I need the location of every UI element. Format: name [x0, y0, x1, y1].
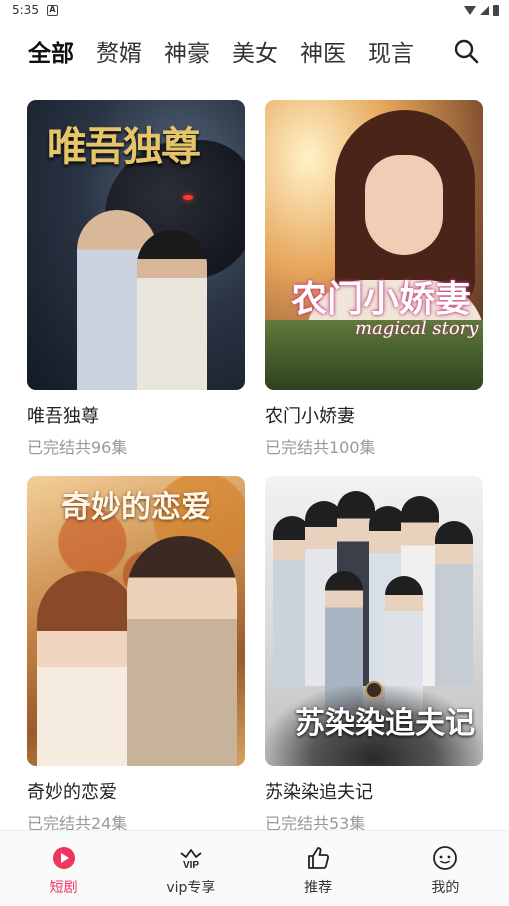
signal-icon: [480, 5, 489, 15]
seal-emblem: [365, 681, 383, 699]
status-bar: 5:35 A: [0, 0, 509, 20]
nav-mine[interactable]: 我的: [382, 831, 509, 906]
poster-title: 苏染染追夫记: [295, 706, 475, 741]
dragon-eye: [183, 195, 193, 200]
drama-title[interactable]: 农门小娇妻: [265, 402, 483, 428]
thumbs-up-icon: [308, 847, 330, 869]
face-shape: [365, 155, 443, 255]
tab-all[interactable]: 全部: [28, 34, 74, 68]
drama-card[interactable]: 唯吾独尊 唯吾独尊 已完结共96集: [27, 100, 245, 458]
status-time: 5:35: [12, 3, 39, 17]
search-icon[interactable]: [453, 38, 479, 64]
drama-poster[interactable]: 唯吾独尊: [27, 100, 245, 390]
sim-icon: A: [46, 4, 58, 16]
nav-label: vip专享: [166, 880, 216, 896]
poster-title: 奇妙的恋爱: [61, 490, 211, 525]
drama-title[interactable]: 苏染染追夫记: [265, 778, 483, 804]
drama-episode-status: 已完结共96集: [27, 438, 128, 457]
drama-poster[interactable]: 奇妙的恋爱: [27, 476, 245, 766]
tab-modern-romance[interactable]: 现言: [368, 34, 414, 68]
bottom-nav: 短剧 VIP vip专享 推荐 我的: [0, 830, 509, 906]
drama-card[interactable]: 苏染染追夫记 苏染染追夫记 已完结共53集: [265, 476, 483, 834]
vip-crown-icon: VIP: [180, 849, 202, 871]
drama-title[interactable]: 唯吾独尊: [27, 402, 245, 428]
drama-episode-status: 已完结共100集: [265, 438, 376, 457]
drama-title[interactable]: 奇妙的恋爱: [27, 778, 245, 804]
tab-tycoon[interactable]: 神豪: [164, 34, 210, 68]
male-figure: [127, 536, 237, 766]
female-figure: [37, 571, 137, 766]
drama-poster[interactable]: 苏染染追夫记: [265, 476, 483, 766]
poster-title: 唯吾独尊: [47, 123, 201, 170]
wifi-icon: [464, 5, 476, 15]
tab-son-in-law[interactable]: 赘婿: [96, 34, 142, 68]
play-circle-icon: [52, 847, 75, 869]
nav-short-drama[interactable]: 短剧: [0, 831, 127, 906]
poster-title: 农门小娇妻: [291, 278, 472, 320]
female-figure: [137, 230, 207, 390]
battery-icon: [493, 4, 499, 16]
cast-figure: [435, 521, 473, 686]
tab-beauty[interactable]: 美女: [232, 34, 278, 68]
nav-vip[interactable]: VIP vip专享: [127, 831, 254, 906]
drama-poster[interactable]: 农门小娇妻 magical story: [265, 100, 483, 390]
drama-card[interactable]: 奇妙的恋爱 奇妙的恋爱 已完结共24集: [27, 476, 245, 834]
nav-label: 我的: [431, 880, 460, 896]
svg-text:VIP: VIP: [183, 860, 199, 871]
tab-divine-doctor[interactable]: 神医: [300, 34, 346, 68]
nav-recommend[interactable]: 推荐: [255, 831, 382, 906]
category-tabs: 全部 赘婿 神豪 美女 神医 现言: [0, 26, 509, 76]
drama-card[interactable]: 农门小娇妻 magical story 农门小娇妻 已完结共100集: [265, 100, 483, 458]
status-left: 5:35 A: [12, 3, 58, 17]
poster-subtitle: magical story: [355, 318, 479, 339]
nav-label: 推荐: [304, 880, 333, 896]
nav-label: 短剧: [49, 880, 78, 896]
status-right: [464, 4, 499, 16]
smile-face-icon: [433, 846, 458, 870]
